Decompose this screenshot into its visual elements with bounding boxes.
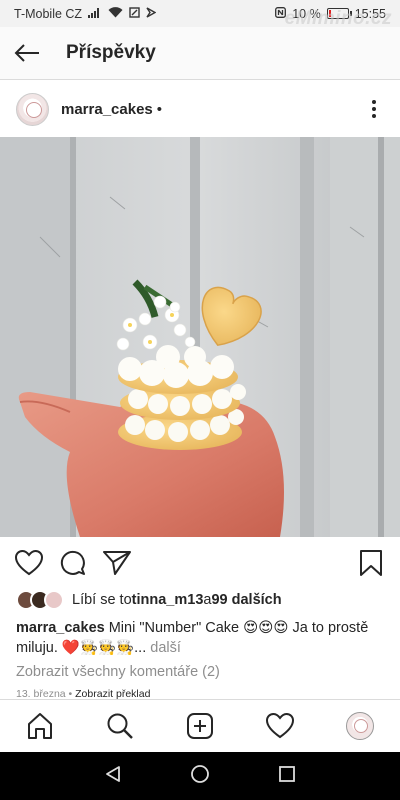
battery-percent: 10 % (292, 6, 321, 21)
post-photo[interactable] (0, 137, 400, 537)
comment-icon (60, 550, 85, 575)
nfc-icon (275, 6, 287, 21)
battery-icon (326, 8, 352, 19)
post-caption: marra_cakes Mini "Number" Cake 😍😍😍 Ja to… (16, 618, 386, 658)
share-button[interactable] (102, 548, 132, 578)
liker-avatars (16, 590, 64, 610)
post-username[interactable]: marra_cakes (61, 101, 153, 118)
sync-icon (129, 6, 140, 21)
more-dot-icon (372, 114, 376, 118)
back-button[interactable] (0, 27, 54, 80)
wifi-icon (108, 6, 123, 21)
like-button[interactable] (14, 548, 44, 578)
nav-profile[interactable] (340, 706, 380, 746)
search-icon (107, 713, 133, 739)
carrier-label: T-Mobile CZ (14, 6, 83, 21)
likes-row[interactable]: Líbí se to tinna_m13 a 99 dalších (16, 590, 282, 610)
more-options-button[interactable] (364, 94, 384, 124)
page-title: Příspěvky (66, 42, 156, 63)
caption-username[interactable]: marra_cakes (16, 620, 105, 636)
notification-icon (146, 6, 157, 21)
more-dot-icon (372, 100, 376, 104)
avatar (44, 590, 64, 610)
arrow-left-icon (14, 44, 39, 62)
nav-new-post[interactable] (180, 706, 220, 746)
system-recents-button[interactable] (278, 765, 296, 788)
add-post-icon (187, 713, 213, 739)
nav-search[interactable] (100, 706, 140, 746)
caption-more-link[interactable]: další (146, 640, 181, 656)
system-back-button[interactable] (104, 765, 122, 788)
post-header: marra_cakes • (0, 81, 400, 137)
likes-middle: a (203, 592, 212, 608)
liker-username[interactable]: tinna_m13 (132, 592, 204, 608)
circle-home-icon (191, 764, 209, 783)
system-navigation-bar (0, 752, 400, 800)
square-recents-icon (279, 765, 295, 782)
nav-home[interactable] (20, 706, 60, 746)
view-comments-link[interactable]: Zobrazit všechny komentáře (2) (16, 664, 220, 680)
more-dot-icon (372, 107, 376, 111)
send-icon (103, 551, 131, 575)
app-header: Příspěvky (0, 27, 400, 80)
avatar[interactable] (16, 92, 49, 126)
bookmark-icon (360, 550, 382, 576)
status-bar: T-Mobile CZ 10 % 15:55 eMimino.cz (0, 0, 400, 29)
comment-button[interactable] (58, 548, 88, 578)
heart-icon (15, 550, 43, 576)
bottom-navigation (0, 699, 400, 752)
heart-icon (266, 713, 294, 739)
save-button[interactable] (356, 548, 386, 578)
post-actions (0, 543, 400, 583)
likes-count[interactable]: 99 dalších (211, 592, 281, 608)
home-icon (28, 713, 52, 739)
clock: 15:55 (354, 6, 386, 21)
signal-icon (88, 7, 102, 21)
profile-avatar (346, 712, 374, 740)
system-home-button[interactable] (190, 764, 210, 789)
triangle-back-icon (106, 765, 120, 782)
nav-activity[interactable] (260, 706, 300, 746)
likes-prefix: Líbí se to (72, 592, 132, 608)
username-separator: • (156, 100, 163, 118)
